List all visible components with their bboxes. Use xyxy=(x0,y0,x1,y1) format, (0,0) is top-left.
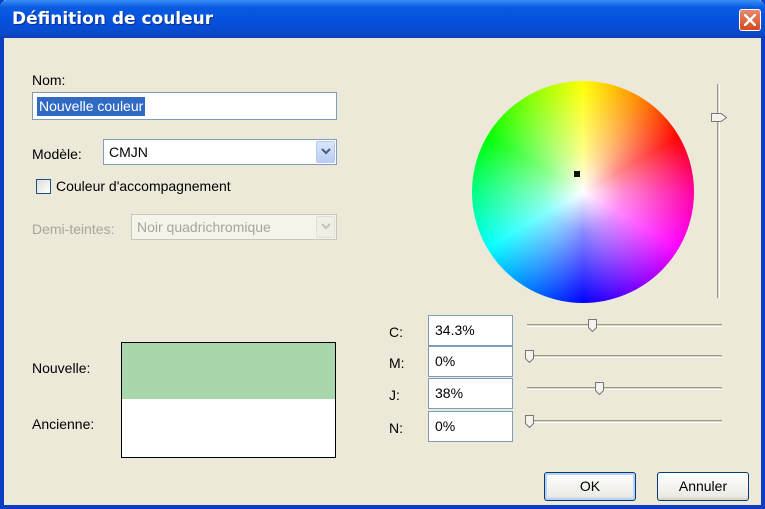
channel-slider-track[interactable] xyxy=(527,387,722,390)
spot-color-label[interactable]: Couleur d'accompagnement xyxy=(56,178,231,194)
channel-label: C: xyxy=(389,324,403,340)
color-preview xyxy=(121,342,336,458)
new-color-label: Nouvelle: xyxy=(32,360,91,376)
model-select[interactable]: CMJN xyxy=(103,139,337,165)
channel-value: 0% xyxy=(435,353,456,369)
channel-label: N: xyxy=(389,420,403,436)
chevron-down-icon xyxy=(321,223,331,230)
close-button[interactable] xyxy=(739,9,761,31)
channel-slider-thumb[interactable] xyxy=(595,382,605,395)
model-value: CMJN xyxy=(109,144,148,160)
channel-slider-thumb[interactable] xyxy=(588,319,598,332)
color-definition-dialog: Définition de couleur Nom: Nouvelle coul… xyxy=(0,0,765,509)
name-value: Nouvelle couleur xyxy=(37,97,146,116)
name-label: Nom: xyxy=(32,72,66,88)
channel-label: M: xyxy=(389,355,405,371)
model-dropdown-button[interactable] xyxy=(316,141,335,163)
channel-value: 34.3% xyxy=(435,322,475,338)
old-color-swatch xyxy=(122,399,335,457)
title-bar[interactable]: Définition de couleur xyxy=(0,0,765,38)
chevron-down-icon xyxy=(321,148,331,155)
channel-value: 38% xyxy=(435,385,464,401)
channel-slider-thumb[interactable] xyxy=(525,350,534,363)
channel-slider-track[interactable] xyxy=(527,355,722,358)
halftone-dropdown-button xyxy=(316,216,335,238)
cancel-button[interactable]: Annuler xyxy=(657,472,749,501)
color-wheel[interactable] xyxy=(472,81,694,303)
channel-slider-track[interactable] xyxy=(527,420,722,423)
halftone-select: Noir quadrichromique xyxy=(131,214,337,240)
channel-value-input[interactable]: 38% xyxy=(428,378,513,409)
name-input[interactable]: Nouvelle couleur xyxy=(32,92,337,120)
channel-value-input[interactable]: 0% xyxy=(428,411,513,442)
old-color-label: Ancienne: xyxy=(32,416,95,432)
channel-label: J: xyxy=(389,387,400,403)
new-color-swatch xyxy=(122,343,335,399)
channel-slider-thumb[interactable] xyxy=(525,415,534,428)
ok-button[interactable]: OK xyxy=(544,472,636,501)
halftone-value: Noir quadrichromique xyxy=(137,219,271,235)
color-wheel-marker[interactable] xyxy=(574,171,580,177)
channel-value: 0% xyxy=(435,418,456,434)
dialog-body: Nom: Nouvelle couleur Modèle: CMJN Coule… xyxy=(4,38,761,505)
channel-value-input[interactable]: 0% xyxy=(428,346,513,377)
channel-slider-track[interactable] xyxy=(527,324,722,327)
halftone-label: Demi-teintes: xyxy=(32,221,115,237)
model-label: Modèle: xyxy=(32,146,82,162)
channel-value-input[interactable]: 34.3% xyxy=(428,315,513,346)
close-icon xyxy=(744,14,756,26)
window-title: Définition de couleur xyxy=(12,9,214,29)
spot-color-checkbox[interactable] xyxy=(36,179,51,194)
brightness-slider-thumb[interactable] xyxy=(711,112,727,122)
